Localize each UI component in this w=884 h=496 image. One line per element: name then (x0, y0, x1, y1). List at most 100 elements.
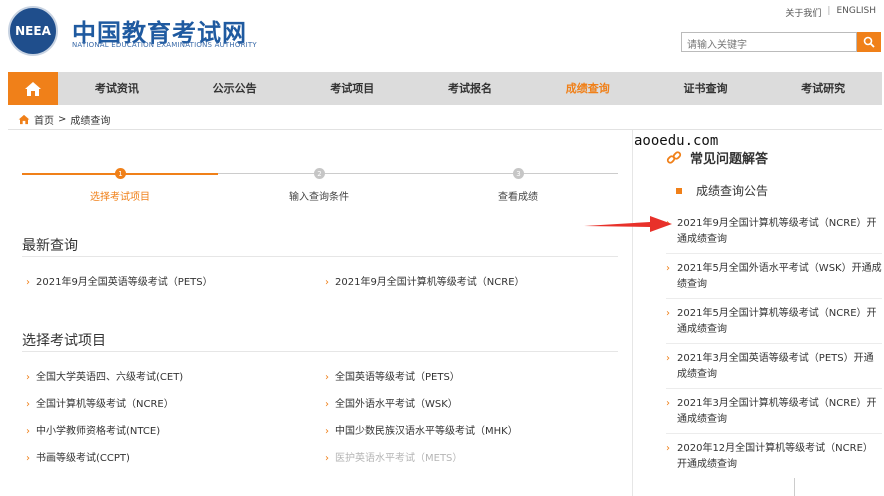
notice-divider (666, 298, 882, 299)
chevron-right-icon: › (666, 443, 670, 454)
chevron-right-icon: › (666, 308, 670, 319)
about-link[interactable]: 关于我们 (785, 6, 821, 19)
home-icon (25, 81, 41, 96)
chevron-right-icon: › (325, 372, 329, 383)
chevron-right-icon: › (26, 277, 30, 288)
notice-item[interactable]: › 2021年9月全国计算机等级考试（NCRE）开通成绩查询 (666, 216, 882, 248)
latest-section-rule (22, 256, 618, 257)
notice-item-label: 2021年3月全国英语等级考试（PETS）开通成绩查询 (677, 353, 874, 380)
header-divider (8, 129, 882, 130)
neea-logo[interactable]: NEEA (8, 6, 58, 56)
bottom-divider (794, 478, 795, 496)
annotation-arrow-icon (584, 216, 672, 232)
project-item-label: 全国计算机等级考试（NCRE） (36, 399, 174, 410)
chevron-right-icon: › (26, 453, 30, 464)
breadcrumb: 首页 > 成绩查询 (18, 112, 110, 127)
chevron-right-icon: › (26, 426, 30, 437)
nav-item-registration[interactable]: 考试报名 (411, 72, 529, 105)
notice-title-label: 成绩查询公告 (696, 184, 769, 198)
watermark-text: aooedu.com (634, 133, 719, 149)
notice-item[interactable]: › 2021年3月全国英语等级考试（PETS）开通成绩查询 (666, 351, 882, 383)
chevron-right-icon: › (666, 263, 670, 274)
chevron-right-icon: › (26, 372, 30, 383)
nav-item-research[interactable]: 考试研究 (764, 72, 882, 105)
latest-section-title: 最新查询 (22, 238, 78, 254)
project-item-ntce[interactable]: › 中小学教师资格考试(NTCE) (26, 422, 160, 437)
step-progress-track (218, 173, 618, 174)
breadcrumb-home[interactable]: 首页 (34, 112, 54, 127)
project-item-label: 中小学教师资格考试(NTCE) (36, 426, 161, 437)
search-button[interactable] (857, 32, 881, 52)
breadcrumb-separator: > (58, 114, 67, 125)
search-icon (863, 36, 875, 48)
logo-text: NEEA (15, 24, 51, 38)
top-links: 关于我们 | ENGLISH (785, 6, 876, 19)
projects-section-rule (22, 351, 618, 352)
step-1-label: 选择考试项目 (90, 192, 150, 203)
notice-divider (666, 388, 882, 389)
project-item-mets: › 医护英语水平考试（METS） (325, 449, 462, 464)
nav-item-score-query[interactable]: 成绩查询 (529, 72, 647, 105)
nav-item-exam-projects[interactable]: 考试项目 (293, 72, 411, 105)
notice-item[interactable]: › 2021年3月全国计算机等级考试（NCRE）开通成绩查询 (666, 396, 882, 428)
notice-item[interactable]: › 2021年5月全国计算机等级考试（NCRE）开通成绩查询 (666, 306, 882, 338)
step-2-label: 输入查询条件 (289, 192, 349, 203)
project-item-label: 书画等级考试(CCPT) (36, 453, 130, 464)
latest-item-ncre[interactable]: › 2021年9月全国计算机等级考试（NCRE） (325, 273, 525, 288)
notice-divider (666, 433, 882, 434)
project-item-ncre[interactable]: › 全国计算机等级考试（NCRE） (26, 395, 174, 410)
chevron-right-icon: › (325, 426, 329, 437)
notice-item-label: 2021年5月全国计算机等级考试（NCRE）开通成绩查询 (677, 308, 877, 335)
notice-section-title: 成绩查询公告 (676, 182, 768, 199)
notice-item-label: 2021年9月全国计算机等级考试（NCRE）开通成绩查询 (677, 218, 877, 245)
latest-item-pets[interactable]: › 2021年9月全国英语等级考试（PETS） (26, 273, 213, 288)
latest-item-label: 2021年9月全国计算机等级考试（NCRE） (335, 277, 525, 288)
notice-divider (666, 343, 882, 344)
step-1-dot: 1 (115, 168, 126, 179)
column-divider (632, 130, 633, 496)
chevron-right-icon: › (666, 398, 670, 409)
chevron-right-icon: › (325, 399, 329, 410)
project-item-label: 全国英语等级考试（PETS） (335, 372, 460, 383)
project-item-label: 全国外语水平考试（WSK） (335, 399, 458, 410)
step-2-dot: 2 (314, 168, 325, 179)
nav-item-announcements[interactable]: 公示公告 (176, 72, 294, 105)
search-input[interactable]: 请输入关键字 (681, 32, 857, 52)
step-3-dot: 3 (513, 168, 524, 179)
chevron-right-icon: › (325, 453, 329, 464)
nav-item-certificate-query[interactable]: 证书查询 (647, 72, 765, 105)
notice-item-label: 2021年3月全国计算机等级考试（NCRE）开通成绩查询 (677, 398, 877, 425)
project-item-ccpt[interactable]: › 书画等级考试(CCPT) (26, 449, 130, 464)
projects-section-title: 选择考试项目 (22, 333, 106, 349)
project-item-label: 中国少数民族汉语水平等级考试（MHK） (335, 426, 518, 437)
home-icon (18, 114, 30, 125)
faq-label: 常见问题解答 (690, 152, 769, 167)
link-icon (666, 150, 682, 164)
project-item-label: 医护英语水平考试（METS） (335, 453, 463, 464)
main-nav: 考试资讯 公示公告 考试项目 考试报名 成绩查询 证书查询 考试研究 (8, 72, 882, 105)
project-item-cet[interactable]: › 全国大学英语四、六级考试(CET) (26, 368, 183, 383)
faq-link[interactable]: 常见问题解答 (666, 148, 768, 167)
notice-item[interactable]: › 2021年5月全国外语水平考试（WSK）开通成绩查询 (666, 261, 882, 293)
notice-item-label: 2020年12月全国计算机等级考试（NCRE）开通成绩查询 (677, 443, 873, 470)
chevron-right-icon: › (325, 277, 329, 288)
project-item-wsk[interactable]: › 全国外语水平考试（WSK） (325, 395, 458, 410)
breadcrumb-current: 成绩查询 (70, 116, 111, 127)
latest-item-label: 2021年9月全国英语等级考试（PETS） (36, 277, 213, 288)
site-header: NEEA 中国教育考试网 NATIONAL EDUCATION EXAMINAT… (0, 0, 884, 72)
notice-item-label: 2021年5月全国外语水平考试（WSK）开通成绩查询 (677, 263, 882, 290)
project-item-pets[interactable]: › 全国英语等级考试（PETS） (325, 368, 460, 383)
site-subtitle: NATIONAL EDUCATION EXAMINATIONS AUTHORIT… (72, 41, 257, 49)
top-links-separator: | (827, 6, 831, 16)
project-item-mhk[interactable]: › 中国少数民族汉语水平等级考试（MHK） (325, 422, 518, 437)
square-bullet-icon (676, 187, 682, 194)
nav-item-news[interactable]: 考试资讯 (58, 72, 176, 105)
notice-item[interactable]: › 2020年12月全国计算机等级考试（NCRE）开通成绩查询 (666, 441, 882, 473)
step-3-label: 查看成绩 (498, 192, 538, 203)
chevron-right-icon: › (26, 399, 30, 410)
chevron-right-icon: › (666, 353, 670, 364)
nav-home-button[interactable] (8, 72, 58, 105)
project-item-label: 全国大学英语四、六级考试(CET) (36, 372, 184, 383)
notice-divider (666, 253, 882, 254)
english-link[interactable]: ENGLISH (836, 6, 876, 19)
